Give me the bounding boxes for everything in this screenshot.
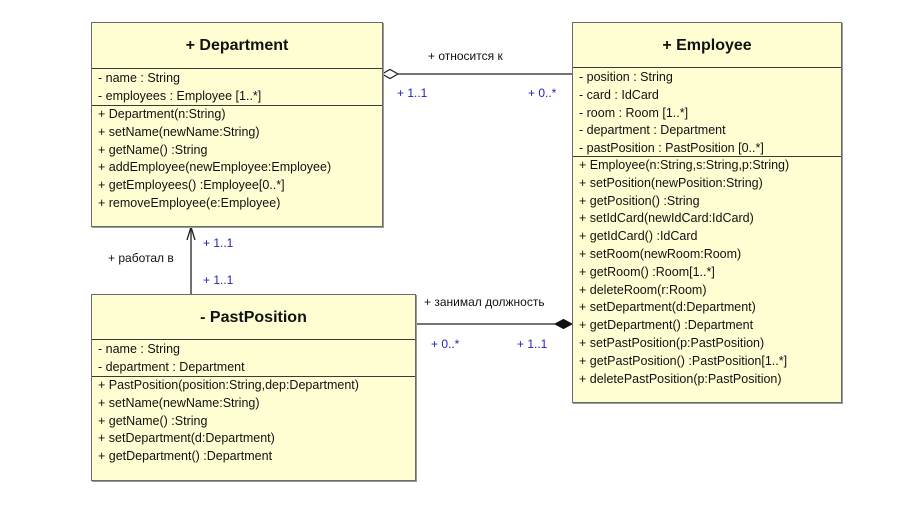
attribute: - pastPosition : PastPosition [0..*]: [579, 141, 764, 156]
operation: + deleteRoom(r:Room): [579, 282, 707, 297]
attributes-section: - name : String - department : Departmen…: [92, 340, 415, 377]
attribute: - room : Room [1..*]: [579, 105, 689, 120]
attributes-section: - name : String - employees : Employee […: [92, 69, 382, 106]
association-label-dept-employee: + относится к: [428, 49, 503, 63]
association-label-pastpos-dept: + работал в: [108, 251, 174, 265]
multiplicity-pastpos-end: + 1..1: [203, 273, 234, 287]
attribute: - card : IdCard: [579, 87, 659, 102]
operation: + setName(newName:String): [98, 395, 260, 410]
operations-section: + Employee(n:String,s:String,p:String) +…: [573, 157, 841, 388]
attribute: - name : String: [98, 342, 180, 356]
operation: + setName(newName:String): [98, 124, 260, 139]
multiplicity-employee-end: + 0..*: [528, 86, 557, 100]
operation: + getPastPosition() :PastPosition[1..*]: [579, 353, 788, 368]
operation: + Employee(n:String,s:String,p:String): [579, 158, 790, 172]
operations-section: + PastPosition(position:String,dep:Depar…: [92, 377, 415, 466]
operations-section: + Department(n:String) + setName(newName…: [92, 106, 382, 213]
operation: + getEmployees() :Employee[0..*]: [98, 178, 285, 193]
operation: + getName() :String: [98, 413, 208, 428]
operation: + getDepartment() :Department: [98, 449, 273, 464]
class-name: + Department: [92, 23, 382, 69]
operation: + getDepartment() :Department: [579, 318, 754, 333]
attributes-section: - position : String - card : IdCard - ro…: [573, 68, 841, 157]
operation: + setIdCard(newIdCard:IdCard): [579, 211, 754, 226]
attribute: - name : String: [98, 71, 180, 85]
operation: + addEmployee(newEmployee:Employee): [98, 160, 332, 175]
operation: + Department(n:String): [98, 107, 226, 121]
class-employee[interactable]: + Employee - position : String - card : …: [572, 22, 842, 403]
multiplicity-employee-end: + 1..1: [517, 337, 548, 351]
operation: + getPosition() :String: [579, 193, 700, 208]
operation: + setPosition(newPosition:String): [579, 175, 763, 190]
operation: + getIdCard() :IdCard: [579, 229, 698, 244]
attribute: - department : Department: [98, 359, 245, 374]
class-department[interactable]: + Department - name : String - employees…: [91, 22, 383, 227]
operation: + deletePastPosition(p:PastPosition): [579, 371, 782, 386]
attribute: - position : String: [579, 70, 673, 84]
operation: + PastPosition(position:String,dep:Depar…: [98, 378, 359, 392]
attribute: - employees : Employee [1..*]: [98, 88, 262, 103]
operation: + getName() :String: [98, 142, 208, 157]
attribute: - department : Department: [579, 123, 726, 138]
operation: + getRoom() :Room[1..*]: [579, 264, 715, 279]
composition-diamond-icon: [553, 318, 574, 330]
operation: + setDepartment(d:Department): [579, 300, 756, 315]
aggregation-diamond-icon: [380, 68, 400, 80]
operation: + setRoom(newRoom:Room): [579, 246, 742, 261]
multiplicity-dept-end: + 1..1: [397, 86, 428, 100]
operation: + removeEmployee(e:Employee): [98, 195, 281, 210]
class-pastposition[interactable]: - PastPosition - name : String - departm…: [91, 294, 416, 481]
operation: + setPastPosition(p:PastPosition): [579, 335, 765, 350]
class-name: + Employee: [573, 23, 841, 68]
multiplicity-dept-end: + 1..1: [203, 236, 234, 250]
multiplicity-pastpos-end: + 0..*: [431, 337, 460, 351]
class-name: - PastPosition: [92, 295, 415, 340]
association-label-pastpos-employee: + занимал должность: [424, 295, 545, 309]
operation: + setDepartment(d:Department): [98, 431, 275, 446]
